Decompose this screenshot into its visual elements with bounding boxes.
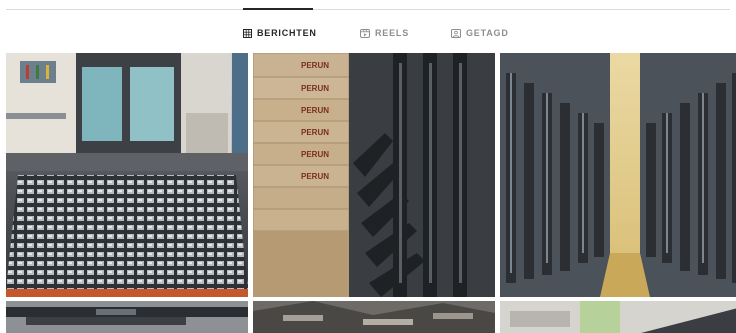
crate-stamp: PERUN <box>301 172 329 181</box>
post-thumbnail[interactable] <box>6 53 248 297</box>
tab-reels[interactable]: REELS <box>360 25 409 41</box>
profile-tabs: BERICHTEN REELS GETAGD <box>0 25 736 43</box>
crate-stamp: PERUN <box>301 150 329 159</box>
reels-icon <box>360 28 370 38</box>
cnc-workshop-image <box>6 53 248 297</box>
active-tab-indicator <box>243 8 313 10</box>
perun-crates-rifles-image: PERUN PERUN PERUN PERUN PERUN PERUN <box>253 53 495 297</box>
tagged-icon <box>451 28 461 38</box>
crate-stamp: PERUN <box>301 84 329 93</box>
tab-posts[interactable]: BERICHTEN <box>243 25 317 41</box>
post-thumbnail[interactable] <box>6 301 248 333</box>
crate-stamp: PERUN <box>301 61 329 70</box>
tab-tagged[interactable]: GETAGD <box>451 25 509 41</box>
rifle-racks-corridor-image <box>500 53 736 297</box>
tab-reels-label: REELS <box>375 28 410 38</box>
rifle-closeup-image <box>6 301 248 333</box>
crate-stamp: PERUN <box>301 106 329 115</box>
post-thumbnail[interactable] <box>500 53 736 297</box>
tab-tagged-label: GETAGD <box>466 28 509 38</box>
crate-stack <box>253 53 350 232</box>
post-thumbnail[interactable] <box>500 301 736 333</box>
tab-posts-label: BERICHTEN <box>257 28 317 38</box>
profile-posts-page: BERICHTEN REELS GETAGD PERUN PERUN PERUN… <box>0 0 736 333</box>
parts-pile-image <box>253 301 495 333</box>
tab-divider <box>6 9 730 10</box>
post-thumbnail[interactable] <box>253 301 495 333</box>
grid-icon <box>243 28 252 38</box>
post-thumbnail[interactable]: PERUN PERUN PERUN PERUN PERUN PERUN <box>253 53 495 297</box>
machined-part-image <box>500 301 736 333</box>
crate-stamp: PERUN <box>301 128 329 137</box>
